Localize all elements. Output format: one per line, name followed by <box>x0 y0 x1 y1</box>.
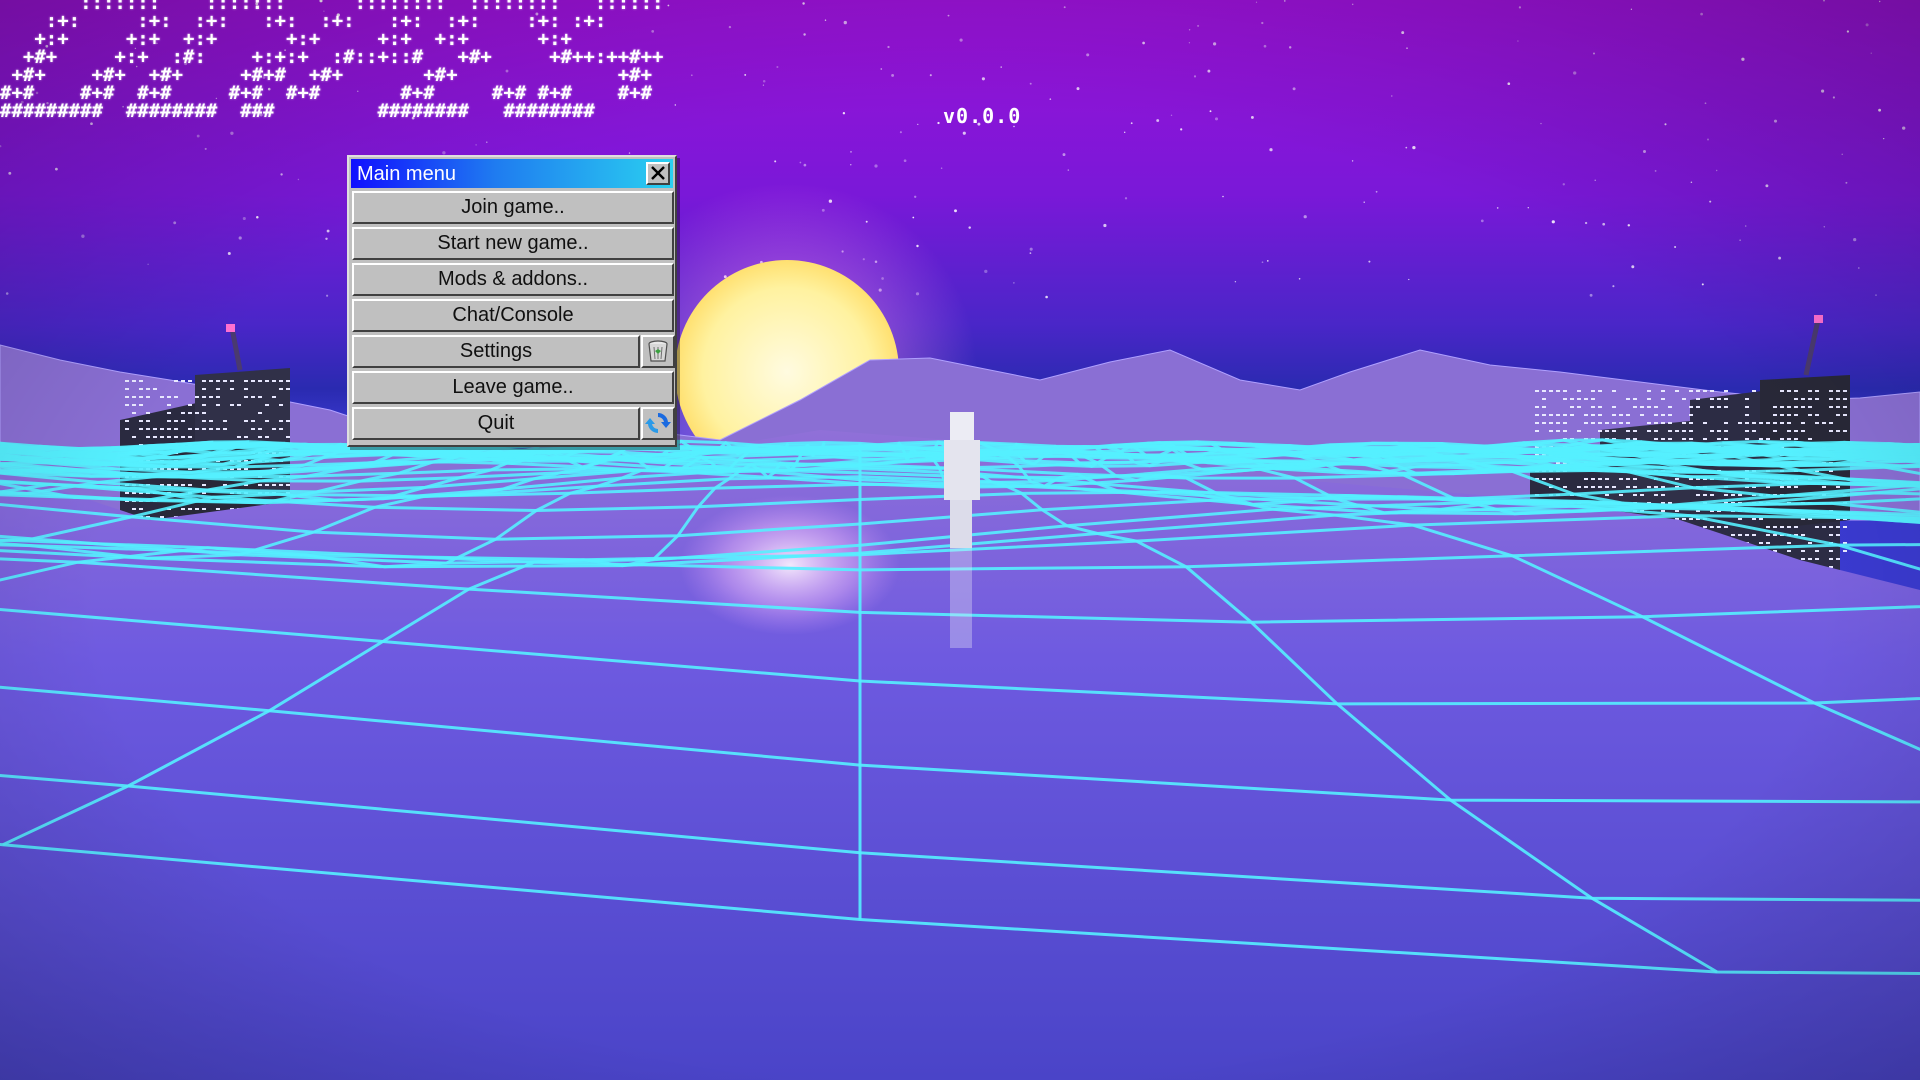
vignette <box>0 0 1920 1080</box>
refresh-arrows-icon <box>645 412 671 434</box>
synthwave-background-scene <box>0 0 1920 1080</box>
main-menu-title: Main menu <box>357 163 456 185</box>
game-logo-ascii: ::::::: ::::::: :::::::: :::::::: ::::::… <box>0 0 664 122</box>
main-menu-window: Main menu Join game.. Start new game.. M… <box>347 155 677 447</box>
leave-game-button[interactable]: Leave game.. <box>352 371 674 404</box>
join-game-button[interactable]: Join game.. <box>352 191 674 224</box>
settings-button[interactable]: Settings <box>352 335 640 368</box>
version-label: v0.0.0 <box>943 104 1022 128</box>
chat-console-button[interactable]: Chat/Console <box>352 299 674 332</box>
recycle-bin-icon <box>648 340 668 362</box>
main-menu-title-bar[interactable]: Main menu <box>351 159 673 188</box>
refresh-button[interactable] <box>641 407 675 440</box>
quit-button[interactable]: Quit <box>352 407 640 440</box>
close-button[interactable] <box>646 162 670 185</box>
mods-addons-button[interactable]: Mods & addons.. <box>352 263 674 296</box>
start-new-game-button[interactable]: Start new game.. <box>352 227 674 260</box>
recycle-bin-button[interactable] <box>641 335 675 368</box>
close-x-icon <box>651 166 665 180</box>
